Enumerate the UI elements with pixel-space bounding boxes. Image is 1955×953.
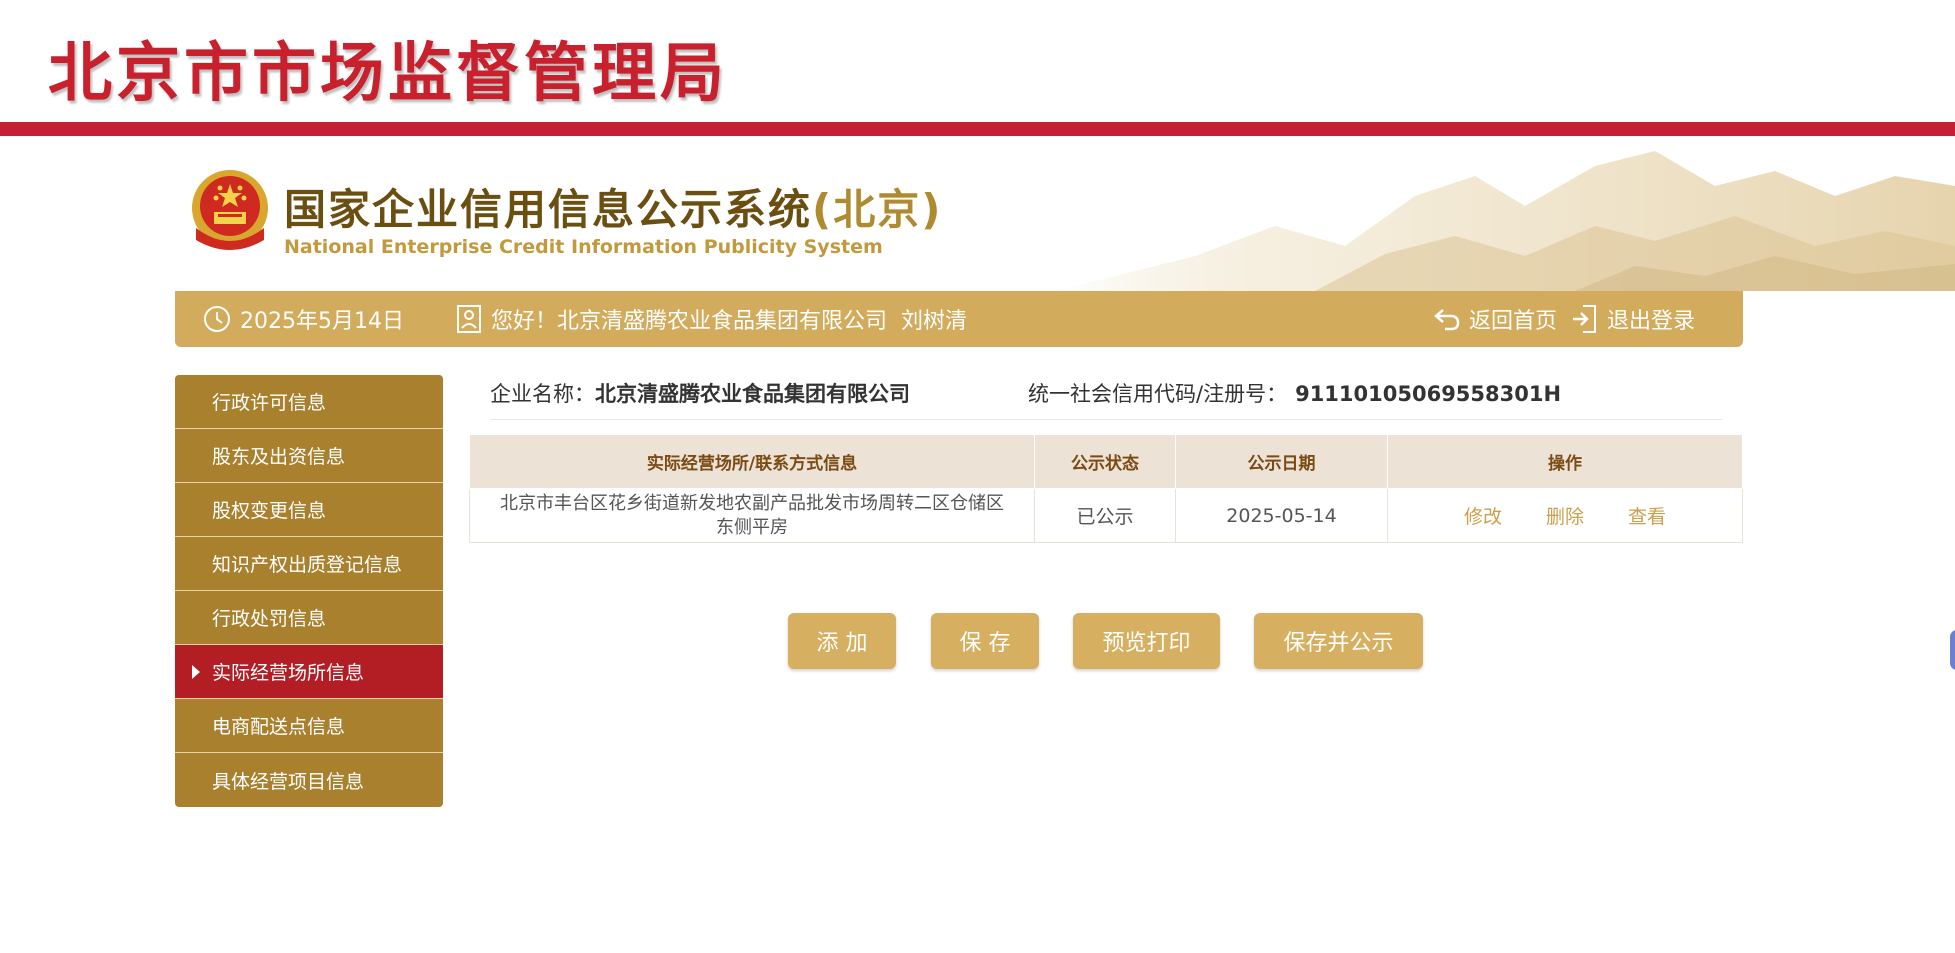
- clock-icon: [202, 304, 232, 334]
- credit-code-label: 统一社会信用代码/注册号：: [1028, 382, 1288, 406]
- save-and-publish-button[interactable]: 保存并公示: [1254, 613, 1423, 669]
- logout-link-label: 退出登录: [1607, 309, 1696, 334]
- sidebar-item-admin-license[interactable]: 行政许可信息: [175, 375, 443, 429]
- address-line: 东侧平房: [716, 516, 788, 538]
- preview-print-button[interactable]: 预览打印: [1073, 613, 1220, 669]
- company-name-field: 企业名称：北京清盛腾农业食品集团有限公司: [490, 378, 910, 408]
- sidebar-item-shareholders[interactable]: 股东及出资信息: [175, 429, 443, 483]
- add-button[interactable]: 添 加: [788, 613, 896, 669]
- system-subtitle: National Enterprise Credit Information P…: [284, 236, 883, 258]
- mountain-background-image: [1055, 136, 1955, 291]
- sidebar-item-label: 行政许可信息: [212, 392, 327, 414]
- sidebar-item-label: 知识产权出质登记信息: [212, 554, 403, 576]
- system-title: 国家企业信用信息公示系统(北京): [284, 176, 942, 237]
- national-emblem-icon: [188, 168, 272, 256]
- header-divider: [0, 122, 1955, 136]
- actions-cell: 修改 删除 查看: [1387, 488, 1743, 543]
- company-name: 北京清盛腾农业食品集团有限公司: [595, 382, 910, 406]
- date-display: 2025年5月14日: [202, 291, 404, 347]
- sidebar-item-label: 股权变更信息: [212, 500, 327, 522]
- delete-link[interactable]: 删除: [1546, 506, 1584, 528]
- system-title-text: 国家企业信用信息公示系统: [284, 185, 813, 234]
- status-cell: 已公示: [1034, 488, 1176, 543]
- return-arrow-icon: [1433, 306, 1461, 332]
- address-line: 北京市丰台区花乡街道新发地农副产品批发市场周转二区仓储区: [500, 492, 1004, 514]
- home-link[interactable]: 返回首页: [1433, 291, 1557, 347]
- company-info: 企业名称：北京清盛腾农业食品集团有限公司 统一社会信用代码/注册号： 911101…: [490, 374, 1722, 420]
- column-header-status: 公示状态: [1034, 434, 1176, 489]
- save-button[interactable]: 保 存: [931, 613, 1039, 669]
- current-date: 2025年5月14日: [240, 309, 404, 334]
- logout-link[interactable]: 退出登录: [1571, 291, 1695, 347]
- table-header-row: 实际经营场所/联系方式信息 公示状态 公示日期 操作: [469, 434, 1743, 489]
- view-link[interactable]: 查看: [1628, 506, 1666, 528]
- sidebar-item-label: 电商配送点信息: [212, 716, 346, 738]
- user-greeting: 您好！北京清盛腾农业食品集团有限公司 刘树清: [455, 291, 967, 347]
- sidebar-item-label: 股东及出资信息: [212, 446, 346, 468]
- sidebar-nav: 行政许可信息 股东及出资信息 股权变更信息 知识产权出质登记信息 行政处罚信息 …: [175, 375, 443, 807]
- sidebar-item-ip-pledge[interactable]: 知识产权出质登记信息: [175, 537, 443, 591]
- system-region: (北京): [812, 185, 943, 234]
- sidebar-item-label: 具体经营项目信息: [212, 770, 365, 793]
- sidebar-item-equity-change[interactable]: 股权变更信息: [175, 483, 443, 537]
- agency-header: 北京市市场监督管理局: [0, 0, 1955, 122]
- sidebar-item-business-items[interactable]: 具体经营项目信息: [175, 753, 443, 807]
- home-link-label: 返回首页: [1469, 309, 1558, 334]
- sidebar-item-delivery-points[interactable]: 电商配送点信息: [175, 699, 443, 753]
- column-header-address: 实际经营场所/联系方式信息: [469, 434, 1035, 489]
- company-name-label: 企业名称：: [490, 382, 595, 406]
- agency-title: 北京市市场监督管理局: [48, 37, 728, 111]
- sidebar-item-business-premises[interactable]: 实际经营场所信息: [175, 645, 443, 699]
- credit-code: 91110105069558301H: [1295, 382, 1562, 406]
- sidebar-item-label: 行政处罚信息: [212, 608, 327, 630]
- info-bar: 2025年5月14日 您好！北京清盛腾农业食品集团有限公司 刘树清 返回首页 退…: [175, 291, 1743, 347]
- active-arrow-icon: [192, 665, 200, 679]
- credit-code-field: 统一社会信用代码/注册号： 91110105069558301H: [1028, 378, 1561, 408]
- date-cell: 2025-05-14: [1175, 488, 1388, 543]
- user-card-icon: [455, 304, 483, 334]
- floating-widget-handle[interactable]: [1950, 630, 1955, 670]
- column-header-actions: 操作: [1387, 434, 1743, 489]
- sidebar-item-label: 实际经营场所信息: [212, 662, 365, 684]
- table-row: 北京市丰台区花乡街道新发地农副产品批发市场周转二区仓储区 东侧平房 已公示 20…: [469, 488, 1743, 543]
- logout-icon: [1571, 304, 1599, 334]
- greeting-text: 您好！北京清盛腾农业食品集团有限公司 刘树清: [491, 309, 967, 334]
- premises-table: 实际经营场所/联系方式信息 公示状态 公示日期 操作 北京市丰台区花乡街道新发地…: [469, 434, 1743, 543]
- column-header-date: 公示日期: [1175, 434, 1388, 489]
- edit-link[interactable]: 修改: [1464, 506, 1502, 528]
- sidebar-item-admin-penalty[interactable]: 行政处罚信息: [175, 591, 443, 645]
- address-cell: 北京市丰台区花乡街道新发地农副产品批发市场周转二区仓储区 东侧平房: [469, 488, 1035, 543]
